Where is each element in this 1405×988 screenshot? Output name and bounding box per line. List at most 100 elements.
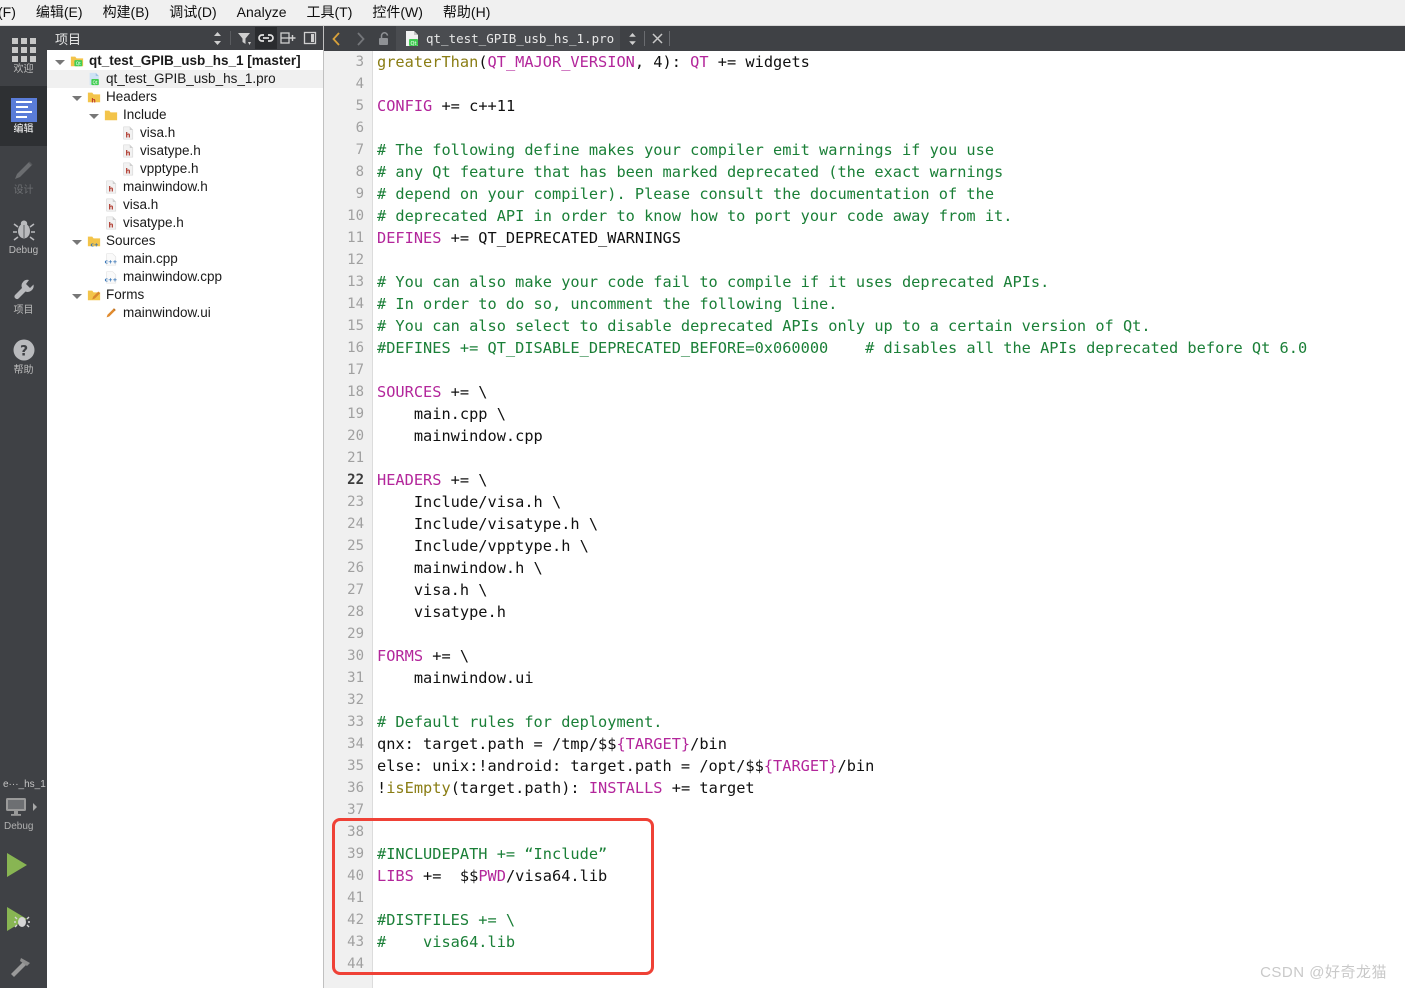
code-line[interactable]: 4 bbox=[324, 73, 1405, 95]
code-line[interactable]: 31 mainwindow.ui bbox=[324, 667, 1405, 689]
tree-item[interactable]: h visatype.h bbox=[47, 142, 323, 160]
tree-item[interactable]: mainwindow.ui bbox=[47, 304, 323, 322]
mode-button-设计[interactable]: 设计 bbox=[0, 146, 47, 206]
code-line[interactable]: 15 # You can also select to disable depre… bbox=[324, 315, 1405, 337]
code-line[interactable]: 19 main.cpp \ bbox=[324, 403, 1405, 425]
code-line[interactable]: 20 mainwindow.cpp bbox=[324, 425, 1405, 447]
code-line[interactable]: 32 bbox=[324, 689, 1405, 711]
lock-document-button[interactable] bbox=[372, 27, 396, 51]
code-line[interactable]: 7 # The following define makes your compi… bbox=[324, 139, 1405, 161]
chevron-down-icon[interactable] bbox=[55, 59, 65, 65]
sync-selection-button[interactable] bbox=[206, 27, 228, 49]
tab-split-button[interactable] bbox=[620, 27, 644, 51]
line-number: 16 bbox=[347, 340, 364, 356]
code-line[interactable]: 27 visa.h \ bbox=[324, 579, 1405, 601]
navigate-back-button[interactable] bbox=[324, 27, 348, 51]
code-line[interactable]: 44 bbox=[324, 953, 1405, 975]
kit-selector-button[interactable] bbox=[0, 792, 47, 820]
code-line[interactable]: 28 visatype.h bbox=[324, 601, 1405, 623]
code-line[interactable]: 24 Include/visatype.h \ bbox=[324, 513, 1405, 535]
mode-button-编辑[interactable]: 编辑 bbox=[0, 86, 47, 146]
code-line[interactable]: 10 # deprecated API in order to know how … bbox=[324, 205, 1405, 227]
code-line[interactable]: 33 # Default rules for deployment. bbox=[324, 711, 1405, 733]
code-line[interactable]: 37 bbox=[324, 799, 1405, 821]
code-line[interactable]: 18 SOURCES += \ bbox=[324, 381, 1405, 403]
filter-button[interactable] bbox=[233, 27, 255, 49]
link-with-editor-button[interactable] bbox=[255, 27, 277, 49]
tree-item[interactable]: Include bbox=[47, 106, 323, 124]
svg-text:h: h bbox=[126, 149, 131, 157]
menu-item-6[interactable]: 工具(T) bbox=[296, 0, 362, 25]
code-line[interactable]: 9 # depend on your compiler). Please cons… bbox=[324, 183, 1405, 205]
split-add-button[interactable] bbox=[277, 27, 299, 49]
chevron-down-icon[interactable] bbox=[89, 113, 99, 119]
code-line[interactable]: 38 bbox=[324, 821, 1405, 843]
tree-item[interactable]: c++ main.cpp bbox=[47, 250, 323, 268]
chevron-down-icon[interactable] bbox=[72, 293, 82, 299]
code-line[interactable]: 29 bbox=[324, 623, 1405, 645]
code-content[interactable]: 3 greaterThan(QT_MAJOR_VERSION, 4): QT +=… bbox=[324, 51, 1405, 975]
code-line[interactable]: 40 LIBS += $$PWD/visa64.lib bbox=[324, 865, 1405, 887]
close-sidebar-button[interactable] bbox=[299, 27, 321, 49]
code-line[interactable]: 22 HEADERS += \ bbox=[324, 469, 1405, 491]
code-line[interactable]: 41 bbox=[324, 887, 1405, 909]
tree-item[interactable]: Qt qt_test_GPIB_usb_hs_1 [master] bbox=[47, 52, 323, 70]
mode-button-Debug[interactable]: Debug bbox=[0, 206, 47, 266]
chevron-down-icon[interactable] bbox=[72, 95, 82, 101]
close-tab-button[interactable] bbox=[645, 27, 669, 51]
code-line[interactable]: 21 bbox=[324, 447, 1405, 469]
debug-button[interactable] bbox=[0, 892, 47, 946]
code-line[interactable]: 3 greaterThan(QT_MAJOR_VERSION, 4): QT +=… bbox=[324, 51, 1405, 73]
code-line[interactable]: 5 CONFIG += c++11 bbox=[324, 95, 1405, 117]
mode-button-帮助[interactable]: ? 帮助 bbox=[0, 326, 47, 386]
code-line[interactable]: 39 #INCLUDEPATH += “Include” bbox=[324, 843, 1405, 865]
menu-item-8[interactable]: 帮助(H) bbox=[433, 0, 500, 25]
chevron-down-icon[interactable] bbox=[72, 239, 82, 245]
code-editor[interactable]: 3 greaterThan(QT_MAJOR_VERSION, 4): QT +=… bbox=[324, 51, 1405, 988]
tree-item[interactable]: h visatype.h bbox=[47, 214, 323, 232]
code-line[interactable]: 23 Include/visa.h \ bbox=[324, 491, 1405, 513]
build-button[interactable] bbox=[0, 946, 47, 988]
tree-item[interactable]: h vpptype.h bbox=[47, 160, 323, 178]
tree-item[interactable]: Qt qt_test_GPIB_usb_hs_1.pro bbox=[47, 70, 323, 88]
tree-item[interactable]: h visa.h bbox=[47, 124, 323, 142]
code-line[interactable]: 14 # In order to do so, uncomment the fol… bbox=[324, 293, 1405, 315]
code-line[interactable]: 43 # visa64.lib bbox=[324, 931, 1405, 953]
code-line[interactable]: 12 bbox=[324, 249, 1405, 271]
menu-item-4[interactable]: 调试(D) bbox=[159, 0, 226, 25]
tree-item[interactable]: c+ Sources bbox=[47, 232, 323, 250]
code-line[interactable]: 16 #DEFINES += QT_DISABLE_DEPRECATED_BEFO… bbox=[324, 337, 1405, 359]
code-line[interactable]: 25 Include/vpptype.h \ bbox=[324, 535, 1405, 557]
project-tree[interactable]: Qt qt_test_GPIB_usb_hs_1 [master] Qt qt_tes… bbox=[47, 50, 323, 322]
code-line[interactable]: 30 FORMS += \ bbox=[324, 645, 1405, 667]
tree-item[interactable]: h visa.h bbox=[47, 196, 323, 214]
code-line[interactable]: 42 #DISTFILES += \ bbox=[324, 909, 1405, 931]
line-number: 22 bbox=[347, 472, 364, 488]
menu-item-5[interactable]: Analyze bbox=[227, 0, 297, 25]
tree-item[interactable]: c++ mainwindow.cpp bbox=[47, 268, 323, 286]
code-line[interactable]: 11 DEFINES += QT_DEPRECATED_WARNINGS bbox=[324, 227, 1405, 249]
code-line[interactable]: 6 bbox=[324, 117, 1405, 139]
run-button[interactable] bbox=[0, 838, 47, 892]
mode-button-欢迎[interactable]: 欢迎 bbox=[0, 26, 47, 86]
code-token: greaterThan bbox=[377, 53, 479, 71]
menu-item-1[interactable]: 件(F) bbox=[0, 0, 26, 25]
tree-item[interactable]: h Headers bbox=[47, 88, 323, 106]
code-line[interactable]: 36 !isEmpty(target.path): INSTALLS += tar… bbox=[324, 777, 1405, 799]
code-line[interactable]: 13 # You can also make your code fail to … bbox=[324, 271, 1405, 293]
code-line[interactable]: 34 qnx: target.path = /tmp/$${TARGET}/bin bbox=[324, 733, 1405, 755]
code-line[interactable]: 17 bbox=[324, 359, 1405, 381]
code-token: mainwindow.ui bbox=[377, 669, 534, 687]
navigate-forward-button[interactable] bbox=[348, 27, 372, 51]
menu-item-3[interactable]: 构建(B) bbox=[93, 0, 160, 25]
code-line[interactable]: 35 else: unix:!android: target.path = /op… bbox=[324, 755, 1405, 777]
code-token: DEFINES bbox=[377, 229, 442, 247]
menu-item-2[interactable]: 编辑(E) bbox=[26, 0, 93, 25]
mode-button-项目[interactable]: 项目 bbox=[0, 266, 47, 326]
menu-item-7[interactable]: 控件(W) bbox=[362, 0, 433, 25]
tree-item[interactable]: Forms bbox=[47, 286, 323, 304]
tree-item[interactable]: h mainwindow.h bbox=[47, 178, 323, 196]
code-line[interactable]: 26 mainwindow.h \ bbox=[324, 557, 1405, 579]
code-line[interactable]: 8 # any Qt feature that has been marked d… bbox=[324, 161, 1405, 183]
editor-tab[interactable]: Qt qt_test_GPIB_usb_hs_1.pro bbox=[396, 26, 621, 51]
